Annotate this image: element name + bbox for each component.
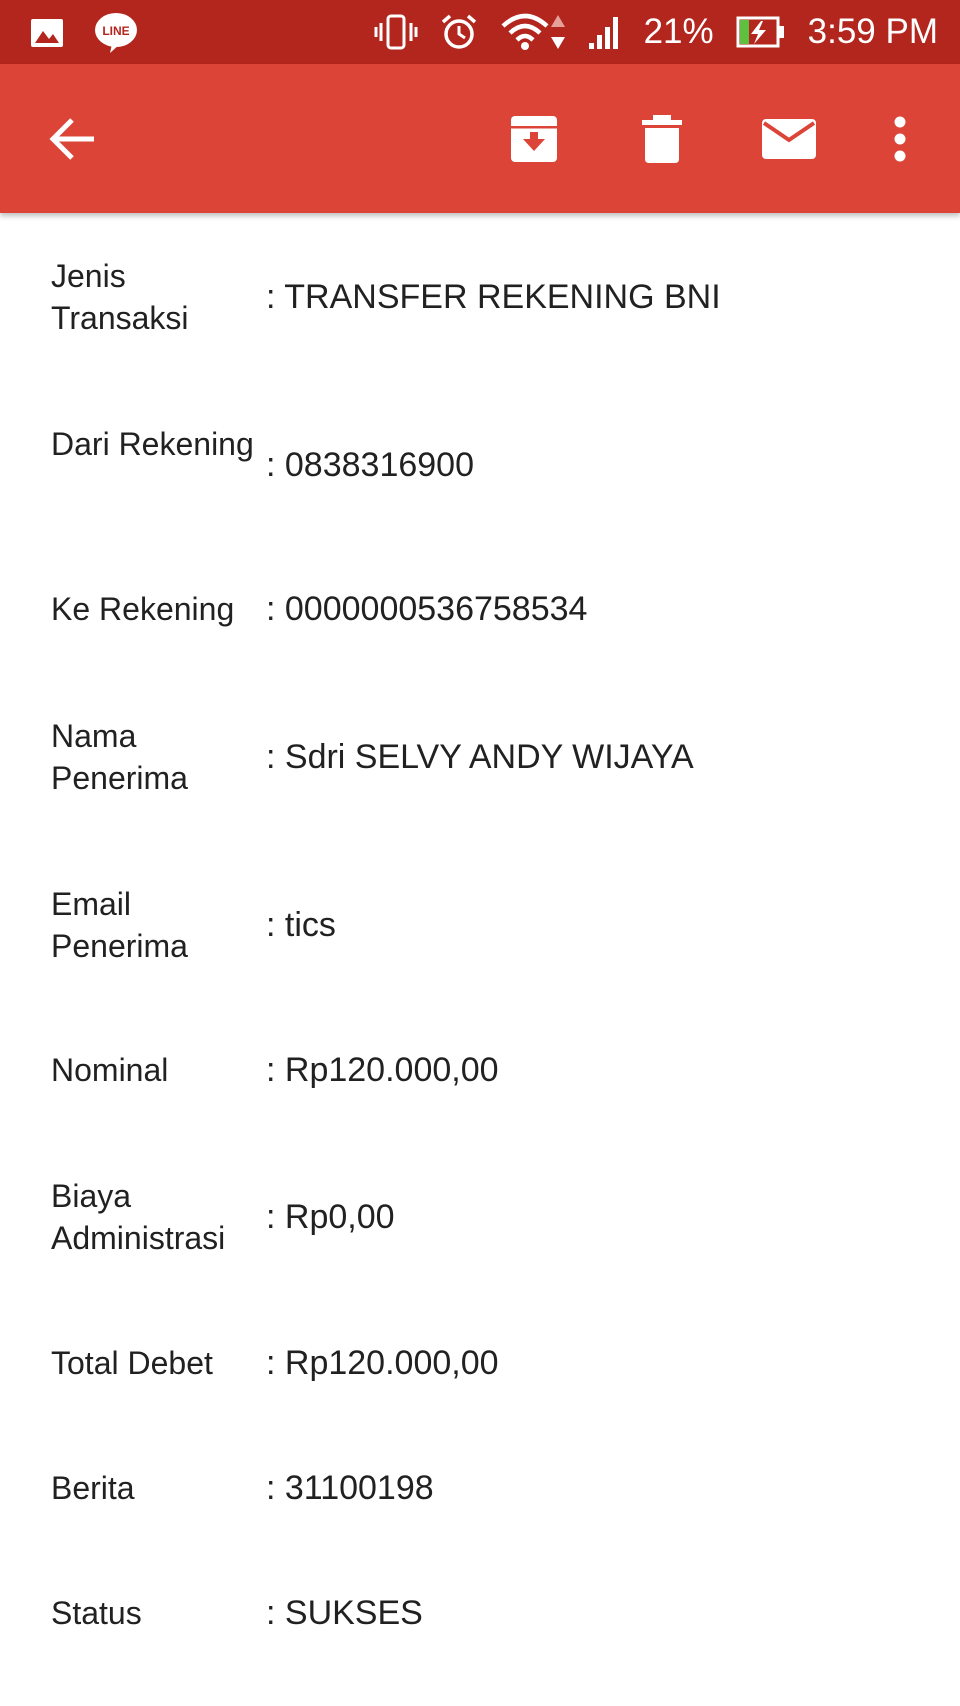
row-value: : 0838316900 bbox=[266, 446, 474, 484]
battery-percent: 21% bbox=[643, 12, 714, 51]
archive-button[interactable] bbox=[494, 64, 574, 213]
vibrate-icon bbox=[374, 14, 418, 50]
mail-icon bbox=[762, 118, 816, 159]
alarm-icon bbox=[440, 13, 478, 51]
row-label: Ke Rekening bbox=[51, 591, 235, 627]
row-label: Email Penerima bbox=[51, 886, 188, 964]
more-options-button[interactable] bbox=[868, 64, 932, 213]
status-bar: LINE 21% 3:59 PM bbox=[0, 0, 960, 64]
row-label: Dari Rekening bbox=[51, 426, 254, 462]
archive-icon bbox=[511, 115, 557, 162]
row-label: Total Debet bbox=[51, 1345, 213, 1381]
row-label: Nama Penerima bbox=[51, 718, 188, 796]
signal-icon bbox=[588, 15, 622, 49]
row-value: : 31100198 bbox=[266, 1469, 434, 1507]
row-value: : tics bbox=[266, 906, 336, 944]
line-app-icon: LINE bbox=[94, 12, 138, 54]
app-bar bbox=[0, 64, 960, 213]
more-vert-icon bbox=[894, 116, 906, 161]
row-value: : 0000000536758534 bbox=[266, 590, 588, 628]
delete-icon bbox=[642, 114, 682, 163]
row-value: : Rp120.000,00 bbox=[266, 1051, 499, 1089]
svg-text:LINE: LINE bbox=[102, 24, 129, 38]
wifi-icon bbox=[500, 12, 566, 52]
row-value: : Sdri SELVY ANDY WIJAYA bbox=[266, 738, 694, 776]
row-label: Status bbox=[51, 1595, 142, 1631]
row-label: Jenis Transaksi bbox=[51, 258, 189, 336]
delete-button[interactable] bbox=[622, 64, 702, 213]
row-label: Nominal bbox=[51, 1052, 169, 1088]
row-label: Biaya Administrasi bbox=[51, 1178, 226, 1256]
row-value: : Rp0,00 bbox=[266, 1198, 395, 1236]
row-value: : TRANSFER REKENING BNI bbox=[266, 278, 721, 316]
clock-time: 3:59 PM bbox=[807, 12, 938, 51]
back-arrow-icon bbox=[49, 117, 94, 160]
row-value: : Rp120.000,00 bbox=[266, 1344, 499, 1382]
row-label: Berita bbox=[51, 1470, 135, 1506]
image-notification-icon bbox=[30, 16, 64, 50]
data-arrows-icon bbox=[550, 15, 565, 49]
battery-charging-icon bbox=[736, 15, 786, 49]
back-button[interactable] bbox=[30, 64, 114, 213]
row-value: : SUKSES bbox=[266, 1594, 423, 1632]
mark-unread-button[interactable] bbox=[746, 64, 832, 213]
